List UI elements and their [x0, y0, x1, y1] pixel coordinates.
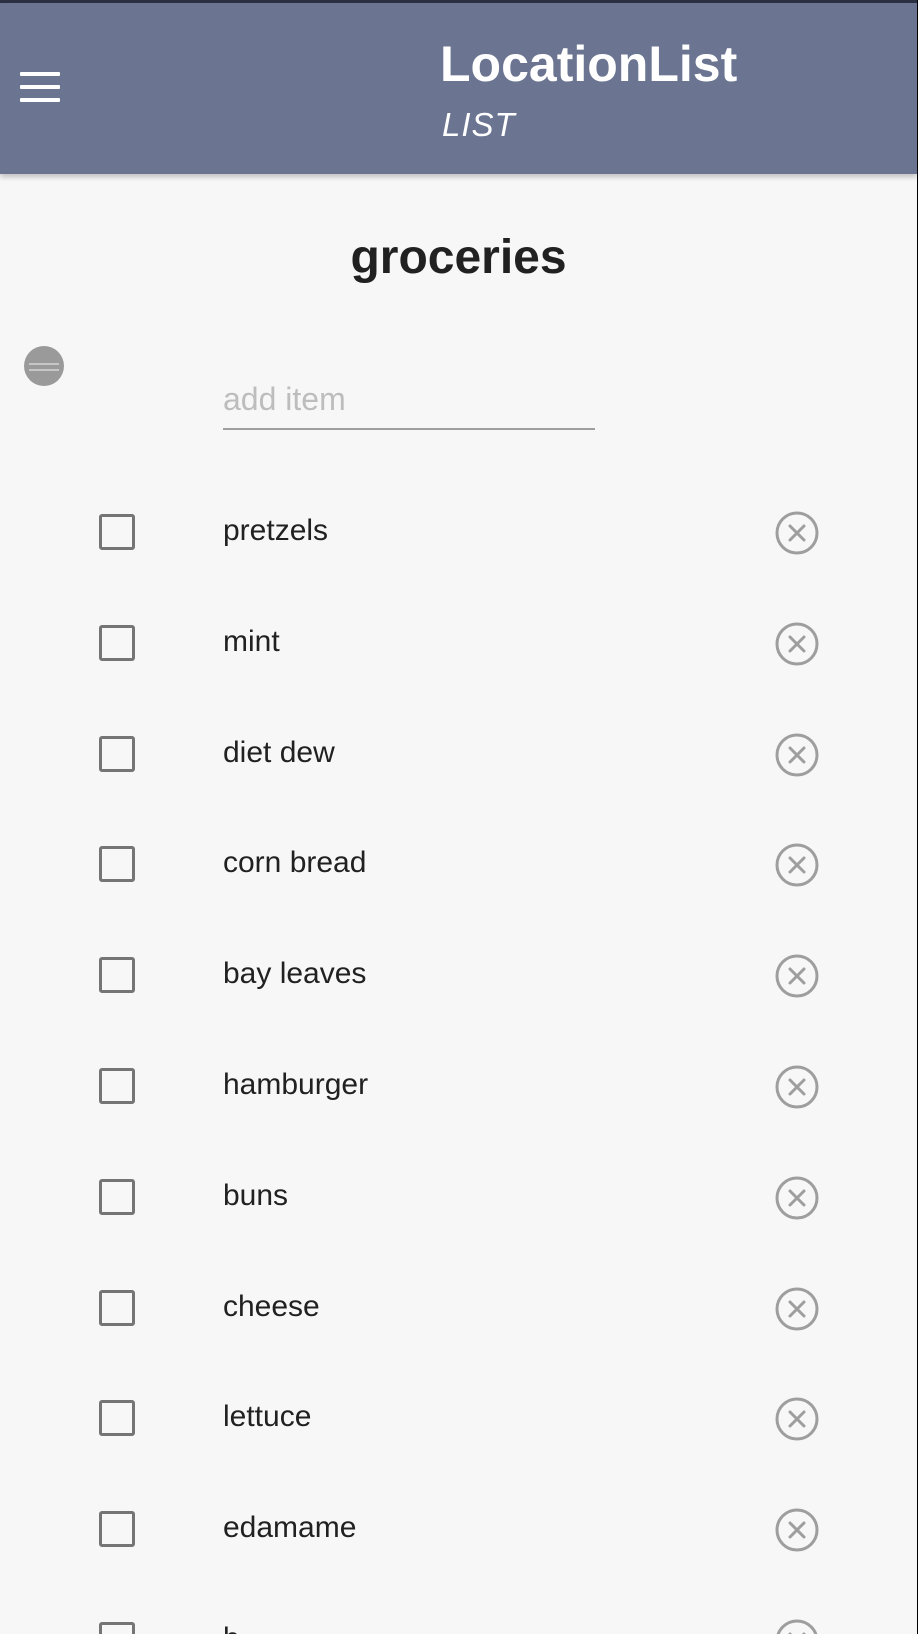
item-checkbox[interactable]	[99, 735, 135, 772]
close-circle-icon	[775, 1397, 819, 1441]
list-item: edamame	[0, 1475, 917, 1586]
item-label: edamame	[223, 1511, 357, 1545]
close-circle-icon	[776, 1619, 818, 1634]
list-item: cheese	[0, 1254, 917, 1365]
item-label: buns	[223, 1178, 289, 1212]
item-checkbox[interactable]	[99, 1621, 135, 1634]
item-label: lettuce	[223, 1400, 312, 1434]
item-checkbox[interactable]	[99, 1067, 135, 1104]
close-circle-icon	[775, 1287, 819, 1331]
close-circle-icon	[775, 1065, 819, 1109]
remove-item-button[interactable]	[774, 510, 820, 556]
remove-item-button[interactable]	[774, 953, 820, 999]
item-label: corn bread	[223, 846, 367, 880]
item-checkbox[interactable]	[99, 514, 135, 550]
item-label: pretzels	[223, 514, 329, 547]
item-label: mint	[223, 624, 280, 658]
close-circle-icon	[775, 1176, 819, 1220]
close-circle-icon	[775, 1508, 819, 1552]
add-item-input[interactable]	[223, 370, 595, 430]
app-subtitle: LIST	[442, 106, 516, 143]
item-checkbox[interactable]	[99, 1289, 135, 1326]
item-label: bay leaves	[223, 957, 367, 991]
list-item: diet dew	[0, 700, 917, 811]
remove-item-button[interactable]	[774, 1064, 820, 1110]
item-checkbox[interactable]	[99, 846, 135, 883]
app-screen: LocationList LIST groceries pretzels mint…	[0, 0, 917, 1634]
item-label: hamburger	[223, 1067, 369, 1101]
remove-item-button[interactable]	[774, 621, 820, 667]
close-circle-icon	[775, 511, 819, 555]
remove-item-button[interactable]	[774, 1286, 820, 1332]
close-circle-icon	[775, 733, 819, 777]
item-label: b	[223, 1616, 240, 1634]
item-label: diet dew	[223, 735, 335, 769]
list-item: pretzels	[0, 478, 917, 589]
list-item: buns	[0, 1143, 917, 1254]
list-item: corn bread	[0, 810, 917, 921]
remove-item-button[interactable]	[774, 732, 820, 778]
list-item: mint	[0, 589, 917, 700]
app-bar: LocationList LIST	[0, 3, 917, 174]
avatar-icon[interactable]	[24, 346, 64, 386]
remove-item-button[interactable]	[774, 1618, 820, 1634]
list-item: bay leaves	[0, 921, 917, 1032]
menu-icon[interactable]	[14, 63, 64, 113]
item-list: pretzels mint diet dew corn bread bay leaves…	[0, 478, 917, 1634]
item-label: cheese	[223, 1289, 320, 1323]
remove-item-button[interactable]	[774, 1396, 820, 1442]
remove-item-button[interactable]	[774, 842, 820, 888]
list-item: hamburger	[0, 1032, 917, 1143]
list-item: b	[0, 1586, 917, 1634]
item-checkbox[interactable]	[99, 1400, 135, 1437]
list-item: lettuce	[0, 1364, 917, 1475]
remove-item-button[interactable]	[774, 1175, 820, 1221]
item-checkbox[interactable]	[99, 1178, 135, 1215]
item-checkbox[interactable]	[99, 624, 135, 661]
remove-item-button[interactable]	[774, 1507, 820, 1553]
item-checkbox[interactable]	[99, 957, 135, 994]
close-circle-icon	[775, 843, 819, 887]
item-checkbox[interactable]	[99, 1511, 135, 1548]
close-circle-icon	[775, 622, 819, 666]
list-title: groceries	[350, 231, 567, 284]
app-title: LocationList	[440, 36, 738, 92]
close-circle-icon	[775, 954, 819, 998]
